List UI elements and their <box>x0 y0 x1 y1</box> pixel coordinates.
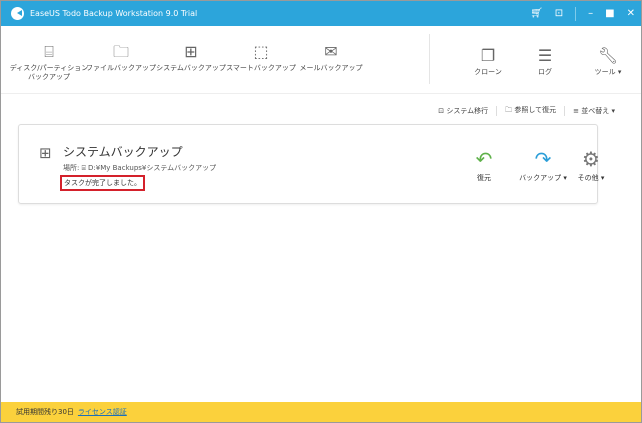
mail-backup-button[interactable]: ✉ メールバックアップ <box>296 42 366 73</box>
restore-button[interactable]: ↶ 復元 <box>469 147 499 183</box>
log-icon: ☰ <box>537 46 553 65</box>
task-status: タスクが完了しました。 <box>60 175 145 191</box>
browse-restore-link[interactable]: 🗀 参照して復元 <box>505 105 556 117</box>
sort-button[interactable]: ≡ 並べ替え ▾ <box>573 106 615 116</box>
toolbar: ⌸ ディスク/パーティション バックアップ 🗀 ファイルバックアップ ⊞ システムバッ… <box>1 26 641 94</box>
minimize-icon[interactable]: – <box>588 8 593 19</box>
gear-icon: ⚙ <box>582 147 600 171</box>
system-migrate-link[interactable]: ⊡ システム移行 <box>438 106 488 116</box>
license-link[interactable]: ライセンス認証 <box>78 407 127 417</box>
log-button[interactable]: ☰ ログ <box>520 46 570 77</box>
file-backup-button[interactable]: 🗀 ファイルバックアップ <box>86 42 156 73</box>
trial-remaining: 試用期間残り30日 <box>16 408 74 416</box>
status-bar: 試用期間残り30日 ライセンス認証 <box>1 402 641 422</box>
cart-icon[interactable]: 🛒︎ <box>530 8 543 19</box>
windows-icon: ⊞ <box>39 144 52 162</box>
clone-button[interactable]: ❐ クローン <box>463 46 513 77</box>
action-bar: ⊡ システム移行 🗀 参照して復元 ≡ 並べ替え ▾ <box>438 105 615 117</box>
restore-arrow-icon: ↶ <box>475 147 493 171</box>
task-card: ⊞ システムバックアップ 場所: ⌸ D:¥My Backups¥システムバック… <box>18 124 604 204</box>
window-title: EaseUS Todo Backup Workstation 9.0 Trial <box>30 9 198 18</box>
wrench-icon: 🔧︎ <box>597 46 619 65</box>
system-backup-button[interactable]: ⊞ システムバックアップ <box>156 42 226 73</box>
disk-backup-button[interactable]: ⌸ ディスク/パーティション バックアップ <box>9 42 89 82</box>
smart-backup-button[interactable]: ⬚ スマートバックアップ <box>226 42 296 73</box>
task-title: システムバックアップ <box>63 145 183 159</box>
activate-icon[interactable]: ⊡ <box>555 8 563 19</box>
divider <box>564 106 566 116</box>
task-location: 場所: ⌸ D:¥My Backups¥システムバックアップ <box>63 164 217 172</box>
divider <box>575 6 577 21</box>
backup-button[interactable]: ↷ バックアップ ▾ <box>519 147 567 183</box>
windows-icon: ⊞ <box>184 42 198 61</box>
mail-icon: ✉ <box>324 42 338 61</box>
clone-icon: ❐ <box>480 46 496 65</box>
tools-button[interactable]: 🔧︎ ツール ▾ <box>583 46 633 77</box>
divider <box>496 106 498 116</box>
more-button[interactable]: ⚙ その他 ▾ <box>571 147 611 183</box>
smart-icon: ⬚ <box>253 42 269 61</box>
maximize-icon[interactable]: ■ <box>605 8 614 19</box>
app-logo-icon <box>11 7 24 20</box>
disk-icon: ⌸ <box>44 42 54 61</box>
divider <box>429 34 430 84</box>
backup-arrow-icon: ↷ <box>534 147 552 171</box>
close-icon[interactable]: ✕ <box>627 8 635 19</box>
folder-icon: 🗀 <box>112 42 129 61</box>
title-bar: EaseUS Todo Backup Workstation 9.0 Trial… <box>1 1 641 26</box>
